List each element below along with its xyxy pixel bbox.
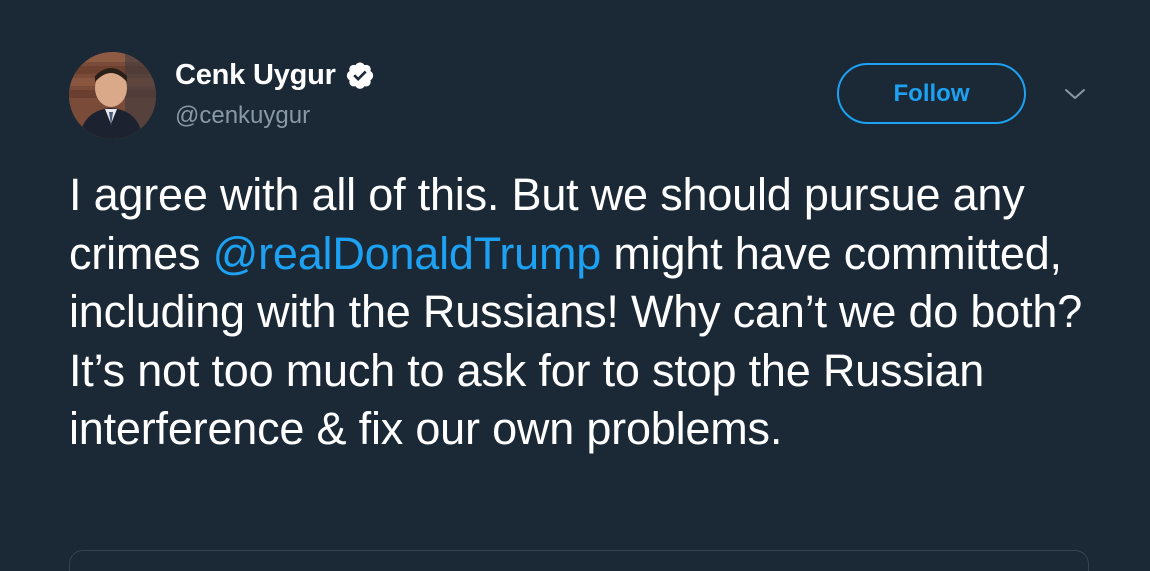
follow-button[interactable]: Follow [837,63,1026,124]
tweet-text: I agree with all of this. But we should … [69,166,1109,459]
author-name-row: Cenk Uygur [175,55,375,95]
verified-badge-icon [345,60,375,90]
tweet-card: Cenk Uygur @cenkuygur Follow I agree wit… [0,0,1150,571]
mention-link[interactable]: @realDonaldTrump [213,228,602,279]
author-handle[interactable]: @cenkuygur [175,102,310,130]
more-options-button[interactable] [1060,82,1090,106]
avatar[interactable] [69,52,156,139]
avatar-photo [69,52,156,139]
author-display-name[interactable]: Cenk Uygur [175,59,336,92]
chevron-down-icon [1065,89,1085,99]
embedded-card[interactable] [69,550,1089,571]
